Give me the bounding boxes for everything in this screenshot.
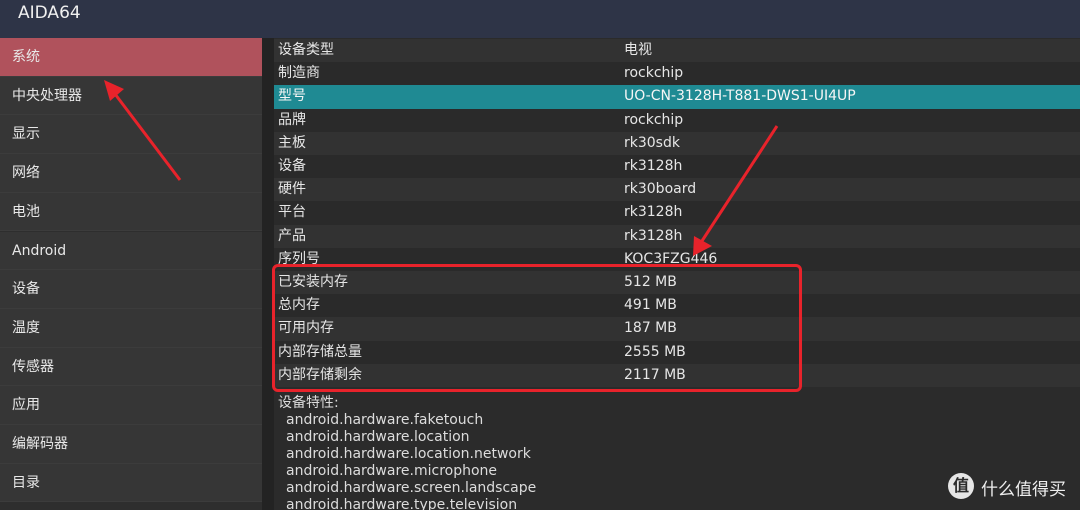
row-value: rk30board [624, 181, 697, 198]
info-row-board[interactable]: 主板 rk30sdk [274, 131, 1080, 155]
sidebar-item-apps[interactable]: 应用 [0, 386, 262, 425]
info-row-device[interactable]: 设备 rk3128h [274, 155, 1080, 179]
row-value: rockchip [624, 65, 684, 82]
row-key: 平台 [278, 204, 306, 221]
row-key: 品牌 [278, 111, 306, 128]
info-row-hardware[interactable]: 硬件 rk30board [274, 178, 1080, 202]
sidebar: 系统 中央处理器 显示 网络 电池 Android 设备 温度 传感器 应用 编… [0, 38, 262, 510]
sidebar-item-directories[interactable]: 目录 [0, 463, 262, 503]
feature-item: android.hardware.location [286, 429, 470, 445]
app-title: AIDA64 [18, 3, 81, 23]
info-row-device-type[interactable]: 设备类型 电视 [274, 39, 1080, 63]
info-row-manufacturer[interactable]: 制造商 rockchip [274, 62, 1080, 86]
sidebar-item-network[interactable]: 网络 [0, 154, 262, 193]
sidebar-item-devices[interactable]: 设备 [0, 270, 262, 309]
sidebar-item-thermal[interactable]: 温度 [0, 308, 262, 348]
row-value: 电视 [624, 42, 652, 58]
row-value: rockchip [624, 111, 684, 128]
row-key: 产品 [278, 227, 306, 244]
title-bar: AIDA64 [0, 0, 1080, 38]
row-value: rk3128h [624, 227, 683, 244]
feature-item: android.hardware.microphone [286, 463, 498, 479]
feature-item: android.hardware.type.television [286, 497, 518, 510]
row-key: 制造商 [278, 65, 320, 82]
row-value: rk3128h [624, 204, 683, 221]
info-row-model[interactable]: 型号 UO-CN-3128H-T881-DWS1-UI4UP [274, 85, 1080, 109]
watermark-logo-icon: 值 [948, 473, 974, 499]
watermark-text: 什么值得买 [981, 480, 1066, 500]
row-key: 硬件 [278, 181, 306, 198]
row-value: rk3128h [624, 158, 683, 174]
info-row-product[interactable]: 产品 rk3128h [274, 224, 1080, 248]
sidebar-item-battery[interactable]: 电池 [0, 192, 262, 232]
row-value: UO-CN-3128H-T881-DWS1-UI4UP [624, 88, 856, 105]
row-value: rk30sdk [624, 134, 680, 151]
sidebar-item-system[interactable]: 系统 [0, 38, 262, 77]
feature-item: android.hardware.location.network [286, 446, 531, 462]
sidebar-item-cpu[interactable]: 中央处理器 [0, 76, 262, 116]
info-row-platform[interactable]: 平台 rk3128h [274, 201, 1080, 225]
row-key: 设备 [278, 158, 306, 174]
row-key: 型号 [278, 88, 306, 105]
sidebar-item-android[interactable]: Android [0, 231, 262, 271]
info-row-brand[interactable]: 品牌 rockchip [274, 108, 1080, 132]
sidebar-item-sensors[interactable]: 传感器 [0, 347, 262, 387]
sidebar-item-codecs[interactable]: 编解码器 [0, 425, 262, 464]
sidebar-item-display[interactable]: 显示 [0, 115, 262, 155]
row-key: 设备类型 [278, 42, 334, 58]
memory-highlight-box [272, 264, 802, 392]
device-features-label: 设备特性: [278, 395, 339, 411]
feature-item: android.hardware.screen.landscape [286, 480, 537, 496]
feature-item: android.hardware.faketouch [286, 412, 484, 428]
row-key: 主板 [278, 134, 306, 151]
